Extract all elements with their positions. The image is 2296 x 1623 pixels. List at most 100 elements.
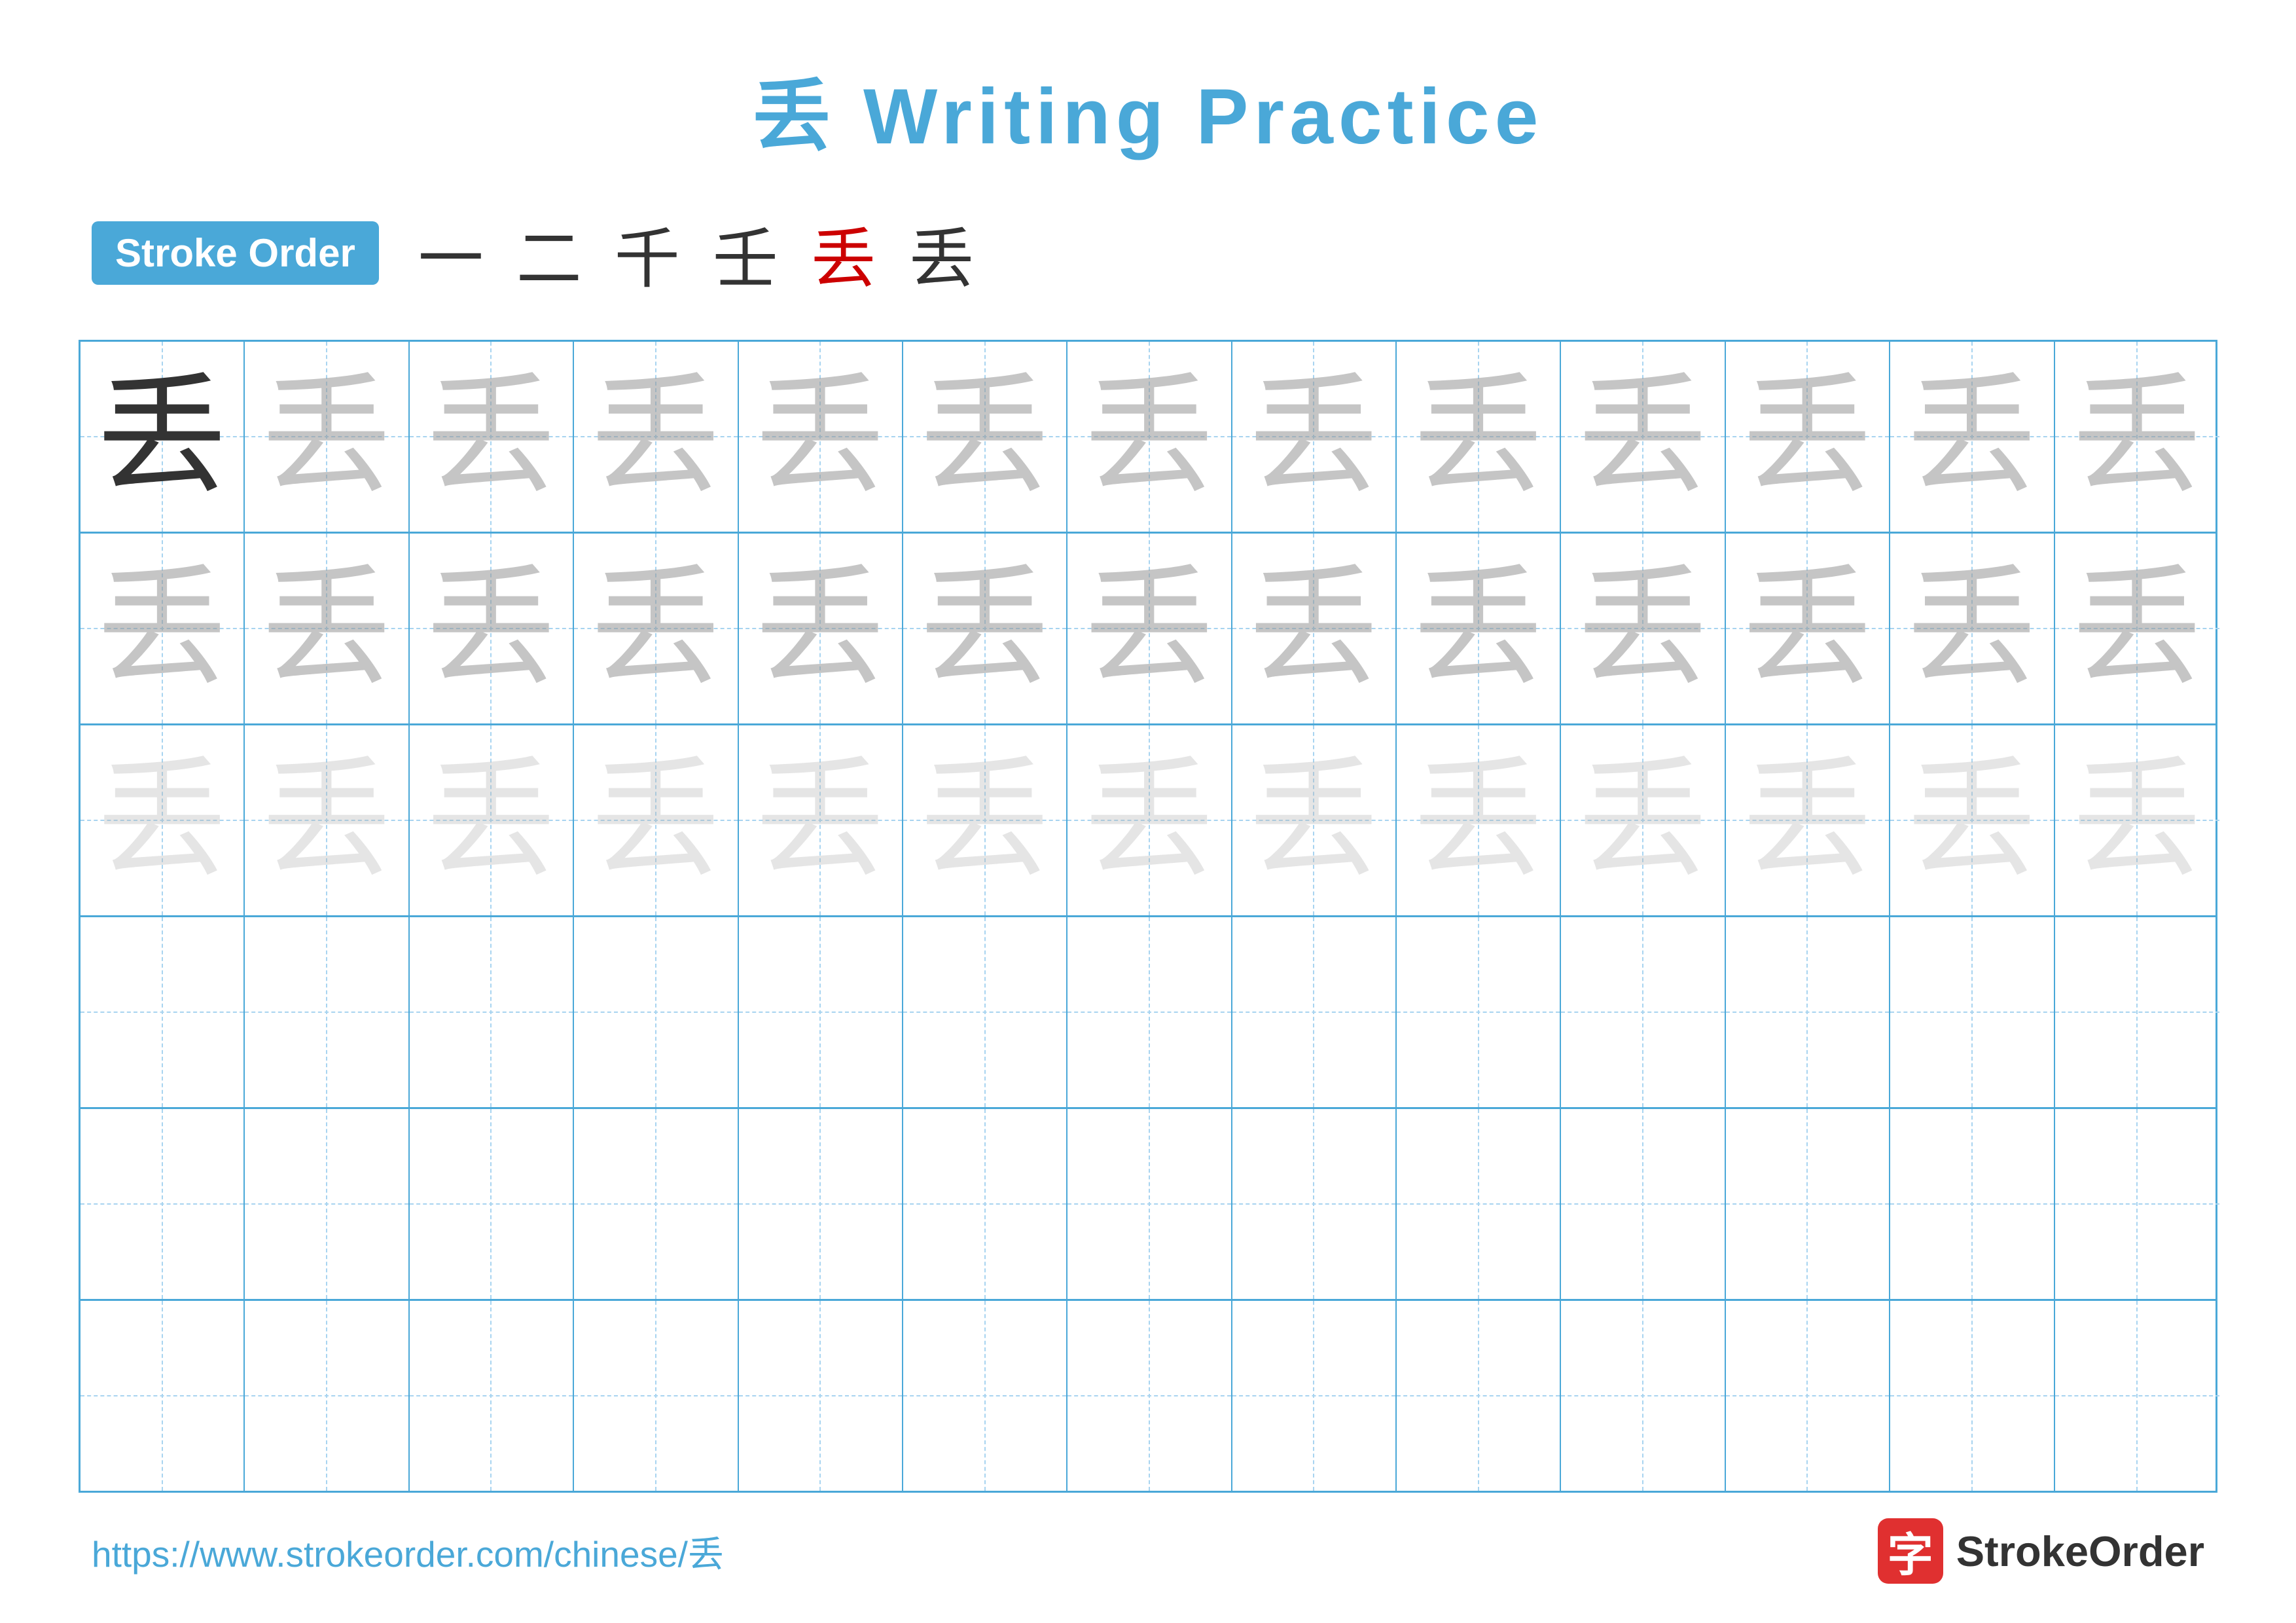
grid-cell[interactable]: 丢 (1561, 725, 1725, 915)
grid-cell[interactable] (2055, 1109, 2219, 1299)
grid-cell[interactable] (1890, 917, 2054, 1107)
grid-cell[interactable]: 丢 (1232, 534, 1397, 723)
grid-cell[interactable]: 丢 (1232, 342, 1397, 532)
grid-cell[interactable] (1067, 1301, 1232, 1491)
grid-cell[interactable]: 丢 (739, 534, 903, 723)
char-light: 丢 (1067, 725, 1230, 915)
grid-cell[interactable]: 丢 (574, 342, 738, 532)
grid-cell[interactable] (410, 1301, 574, 1491)
char-dark: 丢 (81, 342, 243, 532)
grid-cell[interactable] (903, 1109, 1067, 1299)
grid-cell[interactable] (1067, 917, 1232, 1107)
grid-cell[interactable]: 丢 (81, 342, 245, 532)
char-light: 丢 (1232, 725, 1395, 915)
footer-url[interactable]: https://www.strokeorder.com/chinese/丢 (92, 1525, 724, 1577)
grid-cell[interactable]: 丢 (1397, 342, 1561, 532)
grid-cell[interactable] (739, 1301, 903, 1491)
grid-cell[interactable]: 丢 (903, 725, 1067, 915)
grid-cell[interactable] (1232, 917, 1397, 1107)
grid-cell[interactable]: 丢 (410, 342, 574, 532)
grid-cell[interactable]: 丢 (410, 725, 574, 915)
grid-cell[interactable] (2055, 1301, 2219, 1491)
grid-cell[interactable]: 丢 (245, 342, 409, 532)
char-medium: 丢 (81, 534, 243, 723)
grid-cell[interactable]: 丢 (1890, 534, 2054, 723)
grid-cell[interactable]: 丢 (903, 534, 1067, 723)
practice-grid: 丢 丢 丢 丢 丢 丢 丢 丢 丢 丢 丢 丢 (79, 340, 2217, 1493)
grid-cell[interactable] (1397, 1301, 1561, 1491)
stroke-2: 二 (516, 206, 582, 301)
grid-cell[interactable] (1890, 1301, 2054, 1491)
grid-cell[interactable]: 丢 (245, 534, 409, 723)
grid-cell[interactable]: 丢 (1067, 342, 1232, 532)
grid-cell[interactable] (1232, 1109, 1397, 1299)
grid-cell[interactable] (903, 1301, 1067, 1491)
grid-cell[interactable] (1726, 1301, 1890, 1491)
grid-cell[interactable]: 丢 (245, 725, 409, 915)
grid-cell[interactable]: 丢 (2055, 725, 2219, 915)
grid-row-6 (81, 1301, 2215, 1491)
grid-cell[interactable] (1890, 1109, 2054, 1299)
grid-cell[interactable] (245, 1109, 409, 1299)
grid-cell[interactable] (81, 1301, 245, 1491)
grid-cell[interactable]: 丢 (1067, 534, 1232, 723)
grid-cell[interactable] (1726, 917, 1890, 1107)
grid-cell[interactable]: 丢 (1067, 725, 1232, 915)
grid-cell[interactable]: 丢 (2055, 342, 2219, 532)
grid-cell[interactable]: 丢 (1726, 725, 1890, 915)
grid-cell[interactable] (1397, 917, 1561, 1107)
grid-cell[interactable] (1067, 1109, 1232, 1299)
grid-cell[interactable]: 丢 (1890, 342, 2054, 532)
grid-cell[interactable]: 丢 (739, 725, 903, 915)
grid-cell[interactable]: 丢 (574, 534, 738, 723)
char-light: 丢 (1890, 725, 2053, 915)
char-light: 丢 (410, 725, 573, 915)
char-medium: 丢 (1726, 342, 1889, 532)
grid-cell[interactable]: 丢 (410, 534, 574, 723)
grid-cell[interactable]: 丢 (1890, 725, 2054, 915)
grid-cell[interactable] (245, 1301, 409, 1491)
grid-cell[interactable] (81, 917, 245, 1107)
grid-cell[interactable] (1561, 917, 1725, 1107)
stroke-1: 一 (418, 206, 484, 301)
grid-cell[interactable] (739, 1109, 903, 1299)
grid-cell[interactable]: 丢 (739, 342, 903, 532)
grid-cell[interactable] (739, 917, 903, 1107)
grid-cell[interactable]: 丢 (1726, 342, 1890, 532)
grid-cell[interactable]: 丢 (81, 534, 245, 723)
grid-cell[interactable]: 丢 (903, 342, 1067, 532)
grid-cell[interactable] (410, 1109, 574, 1299)
char-light: 丢 (574, 725, 737, 915)
char-medium: 丢 (1397, 534, 1560, 723)
char-light: 丢 (81, 725, 243, 915)
stroke-4: 壬 (713, 206, 778, 301)
grid-cell[interactable]: 丢 (1561, 534, 1725, 723)
grid-cell[interactable]: 丢 (574, 725, 738, 915)
grid-cell[interactable]: 丢 (1397, 534, 1561, 723)
char-light: 丢 (739, 725, 902, 915)
grid-cell[interactable] (81, 1109, 245, 1299)
grid-cell[interactable]: 丢 (81, 725, 245, 915)
grid-cell[interactable]: 丢 (1232, 725, 1397, 915)
grid-cell[interactable] (574, 1109, 738, 1299)
grid-cell[interactable]: 丢 (1561, 342, 1725, 532)
grid-cell[interactable] (1561, 1301, 1725, 1491)
char-medium: 丢 (245, 342, 408, 532)
grid-cell[interactable] (574, 1301, 738, 1491)
grid-cell[interactable] (1232, 1301, 1397, 1491)
grid-cell[interactable] (245, 917, 409, 1107)
grid-cell[interactable] (1397, 1109, 1561, 1299)
grid-cell[interactable]: 丢 (1397, 725, 1561, 915)
grid-cell[interactable] (1726, 1109, 1890, 1299)
grid-cell[interactable] (903, 917, 1067, 1107)
grid-cell[interactable] (410, 917, 574, 1107)
char-medium: 丢 (1067, 342, 1230, 532)
grid-cell[interactable] (2055, 917, 2219, 1107)
char-medium: 丢 (1890, 342, 2053, 532)
grid-cell[interactable] (1561, 1109, 1725, 1299)
grid-cell[interactable]: 丢 (2055, 534, 2219, 723)
char-medium: 丢 (1232, 534, 1395, 723)
grid-cell[interactable] (574, 917, 738, 1107)
grid-cell[interactable]: 丢 (1726, 534, 1890, 723)
logo-icon: 字 (1878, 1518, 1943, 1584)
